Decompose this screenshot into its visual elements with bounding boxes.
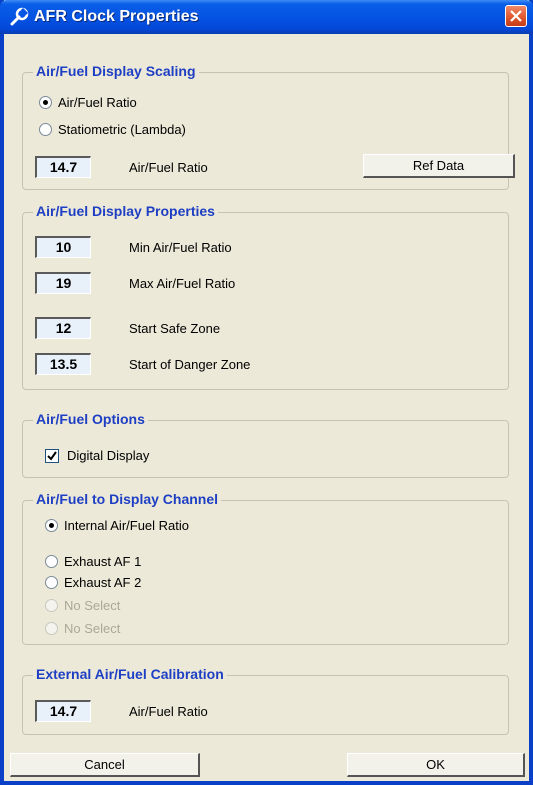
display-properties-title: Air/Fuel Display Properties — [33, 203, 218, 219]
radio-air-fuel-ratio[interactable]: Air/Fuel Ratio — [39, 95, 137, 110]
display-properties-group: Air/Fuel Display Properties 10 Min Air/F… — [22, 203, 509, 390]
calibration-label: Air/Fuel Ratio — [129, 704, 208, 719]
radio-label: No Select — [64, 621, 121, 636]
radio-label: No Select — [64, 598, 121, 613]
radio-no-select-2: No Select — [45, 621, 120, 636]
checkmark-icon — [47, 450, 57, 461]
min-afr-label: Min Air/Fuel Ratio — [129, 240, 232, 255]
wrench-icon — [8, 6, 30, 28]
afr-clock-properties-window: AFR Clock Properties Air/Fuel Display Sc… — [0, 0, 533, 785]
display-scaling-title: Air/Fuel Display Scaling — [33, 63, 199, 79]
display-channel-title: Air/Fuel to Display Channel — [33, 491, 222, 507]
radio-button[interactable] — [39, 96, 52, 109]
radio-label: Exhaust AF 1 — [64, 554, 142, 569]
radio-button[interactable] — [45, 555, 58, 568]
ref-data-button[interactable]: Ref Data — [363, 154, 515, 178]
close-icon — [510, 10, 522, 22]
radio-internal-afr[interactable]: Internal Air/Fuel Ratio — [45, 518, 189, 533]
close-button[interactable] — [505, 5, 527, 27]
radio-label: Air/Fuel Ratio — [58, 95, 137, 110]
digital-display-checkbox-row[interactable]: Digital Display — [45, 448, 149, 463]
radio-no-select-1: No Select — [45, 598, 120, 613]
radio-button — [45, 599, 58, 612]
radio-exhaust-af-2[interactable]: Exhaust AF 2 — [45, 575, 141, 590]
safe-zone-field[interactable]: 12 — [35, 317, 91, 339]
calibration-value-field[interactable]: 14.7 — [35, 700, 91, 722]
radio-label: Exhaust AF 2 — [64, 575, 142, 590]
display-scaling-group: Air/Fuel Display Scaling Air/Fuel Ratio … — [22, 63, 515, 190]
max-afr-field[interactable]: 19 — [35, 272, 91, 294]
title-bar[interactable]: AFR Clock Properties — [0, 0, 533, 34]
digital-display-checkbox[interactable] — [45, 448, 59, 463]
ok-button[interactable]: OK — [347, 753, 525, 777]
radio-label: Internal Air/Fuel Ratio — [64, 518, 190, 533]
min-afr-field[interactable]: 10 — [35, 236, 91, 258]
calibration-title: External Air/Fuel Calibration — [33, 666, 227, 682]
safe-zone-label: Start Safe Zone — [129, 321, 221, 336]
radio-button[interactable] — [45, 519, 58, 532]
max-afr-label: Max Air/Fuel Ratio — [129, 276, 236, 291]
options-group: Air/Fuel Options Digital Display — [22, 411, 509, 478]
radio-exhaust-af-1[interactable]: Exhaust AF 1 — [45, 554, 141, 569]
stoich-label: Air/Fuel Ratio — [129, 160, 208, 175]
calibration-group: External Air/Fuel Calibration 14.7 Air/F… — [22, 666, 509, 735]
radio-label: Statiometric (Lambda) — [58, 122, 186, 137]
digital-display-label: Digital Display — [67, 448, 150, 463]
radio-lambda[interactable]: Statiometric (Lambda) — [39, 122, 186, 137]
window-title: AFR Clock Properties — [34, 8, 199, 25]
radio-button[interactable] — [39, 123, 52, 136]
danger-zone-label: Start of Danger Zone — [129, 357, 251, 372]
options-title: Air/Fuel Options — [33, 411, 148, 427]
radio-button — [45, 622, 58, 635]
stoich-value-field[interactable]: 14.7 — [35, 156, 91, 178]
radio-button[interactable] — [45, 576, 58, 589]
cancel-button[interactable]: Cancel — [10, 753, 200, 777]
danger-zone-field[interactable]: 13.5 — [35, 353, 91, 375]
display-channel-group: Air/Fuel to Display Channel Internal Air… — [22, 491, 509, 645]
